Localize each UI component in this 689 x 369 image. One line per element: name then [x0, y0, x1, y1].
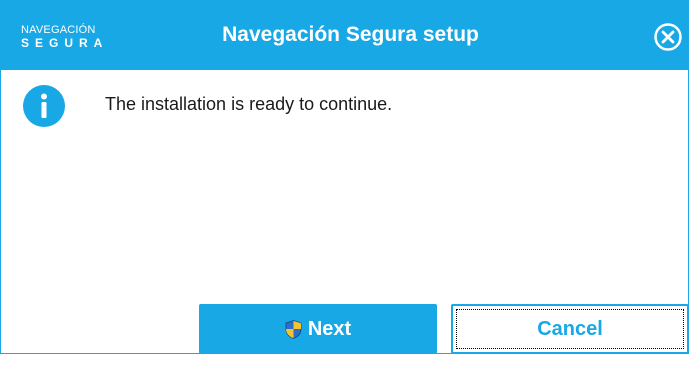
- uac-shield-icon: [285, 319, 302, 339]
- info-icon: [23, 85, 65, 127]
- close-button[interactable]: [653, 22, 683, 52]
- close-circle-icon: [654, 23, 682, 51]
- setup-window: NAVEGACIÓN SEGURA Navegación Segura setu…: [0, 0, 689, 354]
- cancel-button[interactable]: Cancel: [451, 304, 689, 354]
- cancel-button-label: Cancel: [537, 317, 603, 340]
- status-message: The installation is ready to continue.: [105, 94, 393, 114]
- title-bar: NAVEGACIÓN SEGURA Navegación Segura setu…: [1, 0, 689, 70]
- window-title: Navegación Segura setup: [222, 23, 479, 46]
- next-button-label: Next: [307, 317, 352, 340]
- next-button[interactable]: Next: [199, 304, 437, 354]
